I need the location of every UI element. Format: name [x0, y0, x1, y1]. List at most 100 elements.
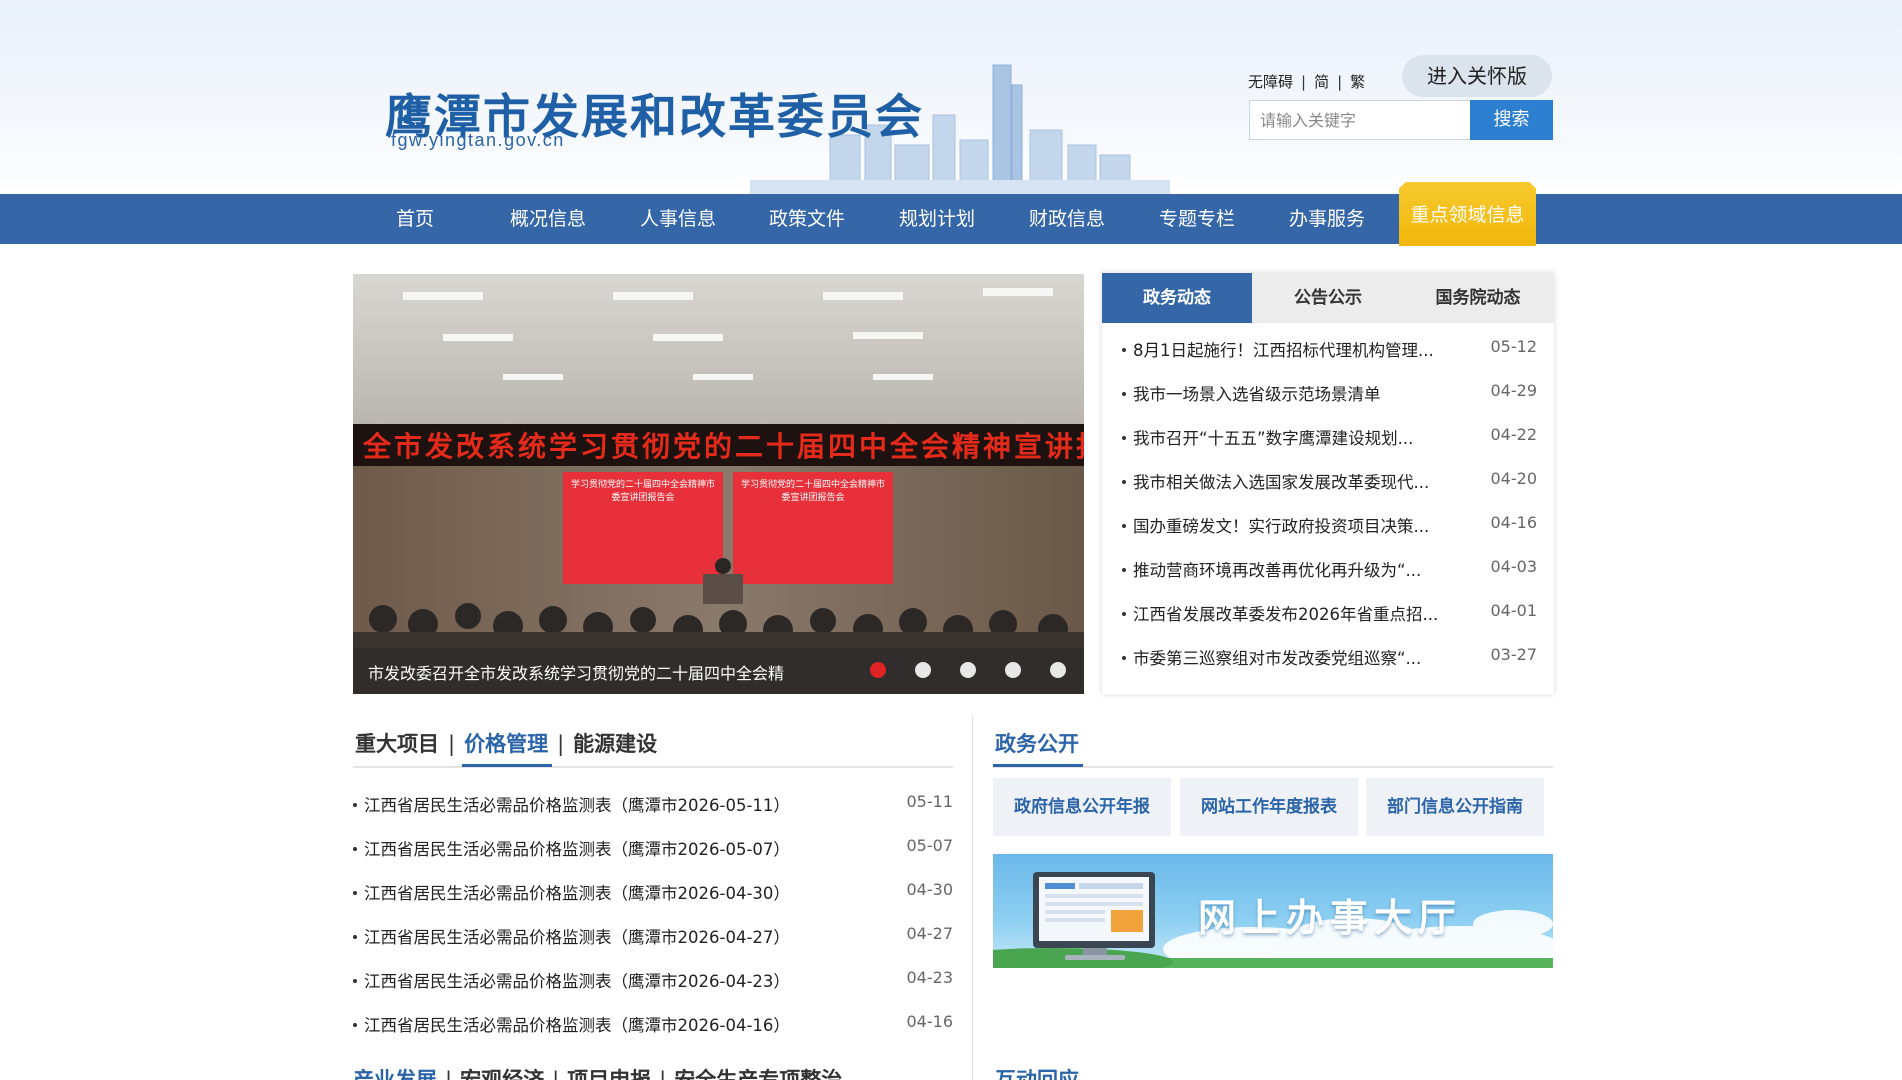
news-item[interactable]: 8月1日起施行！江西招标代理机构管理... 05-12 [1122, 327, 1537, 371]
news-date: 04-22 [1490, 425, 1538, 444]
active-tab-underline [993, 764, 1083, 767]
disclosure-guide-button[interactable]: 部门信息公开指南 [1366, 778, 1544, 836]
news-date: 04-01 [1490, 601, 1538, 620]
separator: | [1337, 73, 1343, 91]
nav-item-personnel[interactable]: 人事信息 [633, 194, 723, 244]
price-title: 江西省居民生活必需品价格监测表（鹰潭市2026-04-23） [364, 972, 790, 991]
gov-affairs-title[interactable]: 政务公开 [995, 728, 1079, 758]
bullet-icon [353, 802, 357, 807]
annual-report-button[interactable]: 政府信息公开年报 [993, 778, 1171, 836]
tab-energy-construction[interactable]: 能源建设 [573, 732, 657, 756]
main-nav: 首页 概况信息 人事信息 政策文件 规划计划 财政信息 专题专栏 办事服务 重点… [0, 182, 1902, 246]
price-item[interactable]: 江西省居民生活必需品价格监测表（鹰潭市2026-04-23） 04-23 [353, 964, 953, 1000]
price-item[interactable]: 江西省居民生活必需品价格监测表（鹰潭市2026-04-16） 04-16 [353, 1008, 953, 1044]
news-date: 04-29 [1490, 381, 1538, 400]
price-date: 05-11 [906, 792, 954, 811]
news-carousel[interactable]: 全市发改系统学习贯彻党的二十届四中全会精神宣讲报告会 学习贯彻党的二十届四中全会… [353, 274, 1084, 694]
news-date: 04-03 [1490, 557, 1538, 576]
bullet-icon [1122, 391, 1126, 396]
website-report-button[interactable]: 网站工作年度报表 [1180, 778, 1358, 836]
bullet-icon [1122, 611, 1126, 616]
carousel-dot-1[interactable] [870, 662, 886, 678]
tab-price-management[interactable]: 价格管理 [464, 732, 548, 756]
online-service-hall-banner[interactable]: 网上办事大厅 [993, 854, 1553, 968]
simplified-chinese-link[interactable]: 简 [1314, 73, 1329, 91]
nav-item-services[interactable]: 办事服务 [1282, 194, 1372, 244]
carousel-dot-2[interactable] [915, 662, 931, 678]
price-item[interactable]: 江西省居民生活必需品价格监测表（鹰潭市2026-04-30） 04-30 [353, 876, 953, 912]
bullet-icon [353, 978, 357, 983]
tab-gov-news[interactable]: 政务动态 [1102, 273, 1252, 323]
tab-industry-development[interactable]: 产业发展 [353, 1068, 437, 1080]
bullet-icon [1122, 347, 1126, 352]
utility-links: 无障碍 | 简 | 繁 [1248, 71, 1365, 92]
price-date: 04-23 [906, 968, 954, 987]
accessibility-link[interactable]: 无障碍 [1248, 73, 1293, 91]
price-title: 江西省居民生活必需品价格监测表（鹰潭市2026-05-07） [364, 840, 790, 859]
price-date: 04-16 [906, 1012, 954, 1031]
online-service-hall-text: 网上办事大厅 [1198, 896, 1463, 940]
price-title: 江西省居民生活必需品价格监测表（鹰潭市2026-04-27） [364, 928, 790, 947]
price-item[interactable]: 江西省居民生活必需品价格监测表（鹰潭市2026-04-27） 04-27 [353, 920, 953, 956]
news-title: 推动营商环境再改善再优化再升级为“... [1133, 561, 1422, 580]
news-title: 我市召开“十五五”数字鹰潭建设规划... [1133, 429, 1414, 448]
carousel-dot-3[interactable] [960, 662, 976, 678]
bullet-icon [1122, 435, 1126, 440]
bullet-icon [1122, 523, 1126, 528]
news-tabbar: 政务动态 公告公示 国务院动态 [1102, 273, 1554, 323]
nav-item-finance[interactable]: 财政信息 [1022, 194, 1112, 244]
news-title: 江西省发展改革委发布2026年省重点招... [1133, 605, 1439, 624]
separator: | [1301, 73, 1307, 91]
section-divider [353, 766, 953, 768]
project-section-tabs: 重大项目 | 价格管理 | 能源建设 [355, 728, 657, 758]
separator: | [557, 732, 565, 756]
tab-project-application[interactable]: 项目申报 [567, 1068, 651, 1080]
carousel-photo: 全市发改系统学习贯彻党的二十届四中全会精神宣讲报告会 学习贯彻党的二十届四中全会… [353, 274, 1084, 694]
search-button[interactable]: 搜索 [1470, 100, 1553, 140]
price-date: 04-27 [906, 924, 954, 943]
interaction-response-title[interactable]: 互动回应 [995, 1064, 1079, 1080]
bullet-icon [353, 890, 357, 895]
left-screen-text: 学习贯彻党的二十届四中全会精神市委宣讲团报告会 [570, 480, 715, 503]
nav-item-planning[interactable]: 规划计划 [892, 194, 982, 244]
news-item[interactable]: 国办重磅发文！实行政府投资项目决策... 04-16 [1122, 503, 1537, 547]
nav-item-overview[interactable]: 概况信息 [503, 194, 593, 244]
carousel-caption[interactable]: 市发改委召开全市发改系统学习贯彻党的二十届四中全会精 [368, 660, 784, 684]
nav-item-topics[interactable]: 专题专栏 [1152, 194, 1242, 244]
tab-macro-economy[interactable]: 宏观经济 [460, 1068, 544, 1080]
right-screen-text: 学习贯彻党的二十届四中全会精神市委宣讲团报告会 [740, 480, 885, 503]
news-item[interactable]: 江西省发展改革委发布2026年省重点招... 04-01 [1122, 591, 1537, 635]
news-date: 03-27 [1490, 645, 1538, 664]
news-title: 8月1日起施行！江西招标代理机构管理... [1133, 341, 1434, 360]
news-panel: 政务动态 公告公示 国务院动态 8月1日起施行！江西招标代理机构管理... 05-… [1102, 273, 1554, 694]
price-item[interactable]: 江西省居民生活必需品价格监测表（鹰潭市2026-05-11） 05-11 [353, 788, 953, 824]
news-date: 05-12 [1490, 337, 1538, 356]
traditional-chinese-link[interactable]: 繁 [1350, 73, 1365, 91]
tab-state-council-news[interactable]: 国务院动态 [1403, 273, 1553, 323]
bullet-icon [1122, 479, 1126, 484]
separator: | [445, 1068, 453, 1080]
news-item[interactable]: 推动营商环境再改善再优化再升级为“... 04-03 [1122, 547, 1537, 591]
nav-item-home[interactable]: 首页 [385, 194, 445, 244]
search-input[interactable] [1249, 100, 1471, 140]
news-item[interactable]: 我市召开“十五五”数字鹰潭建设规划... 04-22 [1122, 415, 1537, 459]
separator: | [659, 1068, 667, 1080]
tab-safety-rectification[interactable]: 安全生产专项整治 [674, 1068, 842, 1080]
bullet-icon [353, 1022, 357, 1027]
care-mode-button[interactable]: 进入关怀版 [1402, 55, 1552, 97]
carousel-dot-5[interactable] [1050, 662, 1066, 678]
news-item[interactable]: 市委第三巡察组对市发改委党组巡察“... 03-27 [1122, 635, 1537, 679]
carousel-dot-4[interactable] [1005, 662, 1021, 678]
nav-item-key-areas[interactable]: 重点领域信息 [1399, 182, 1536, 246]
news-title: 我市相关做法入选国家发展改革委现代... [1133, 473, 1430, 492]
led-banner-text: 全市发改系统学习贯彻党的二十届四中全会精神宣讲报告会 [362, 430, 1084, 463]
price-item[interactable]: 江西省居民生活必需品价格监测表（鹰潭市2026-05-07） 05-07 [353, 832, 953, 868]
price-title: 江西省居民生活必需品价格监测表（鹰潭市2026-04-16） [364, 1016, 790, 1035]
bottom-section-tabs: 产业发展 | 宏观经济 | 项目申报 | 安全生产专项整治 [353, 1064, 842, 1080]
nav-item-policy[interactable]: 政策文件 [762, 194, 852, 244]
news-item[interactable]: 我市相关做法入选国家发展改革委现代... 04-20 [1122, 459, 1537, 503]
tab-announcements[interactable]: 公告公示 [1253, 273, 1403, 323]
price-title: 江西省居民生活必需品价格监测表（鹰潭市2026-04-30） [364, 884, 790, 903]
tab-major-projects[interactable]: 重大项目 [355, 732, 439, 756]
news-item[interactable]: 我市一场景入选省级示范场景清单 04-29 [1122, 371, 1537, 415]
